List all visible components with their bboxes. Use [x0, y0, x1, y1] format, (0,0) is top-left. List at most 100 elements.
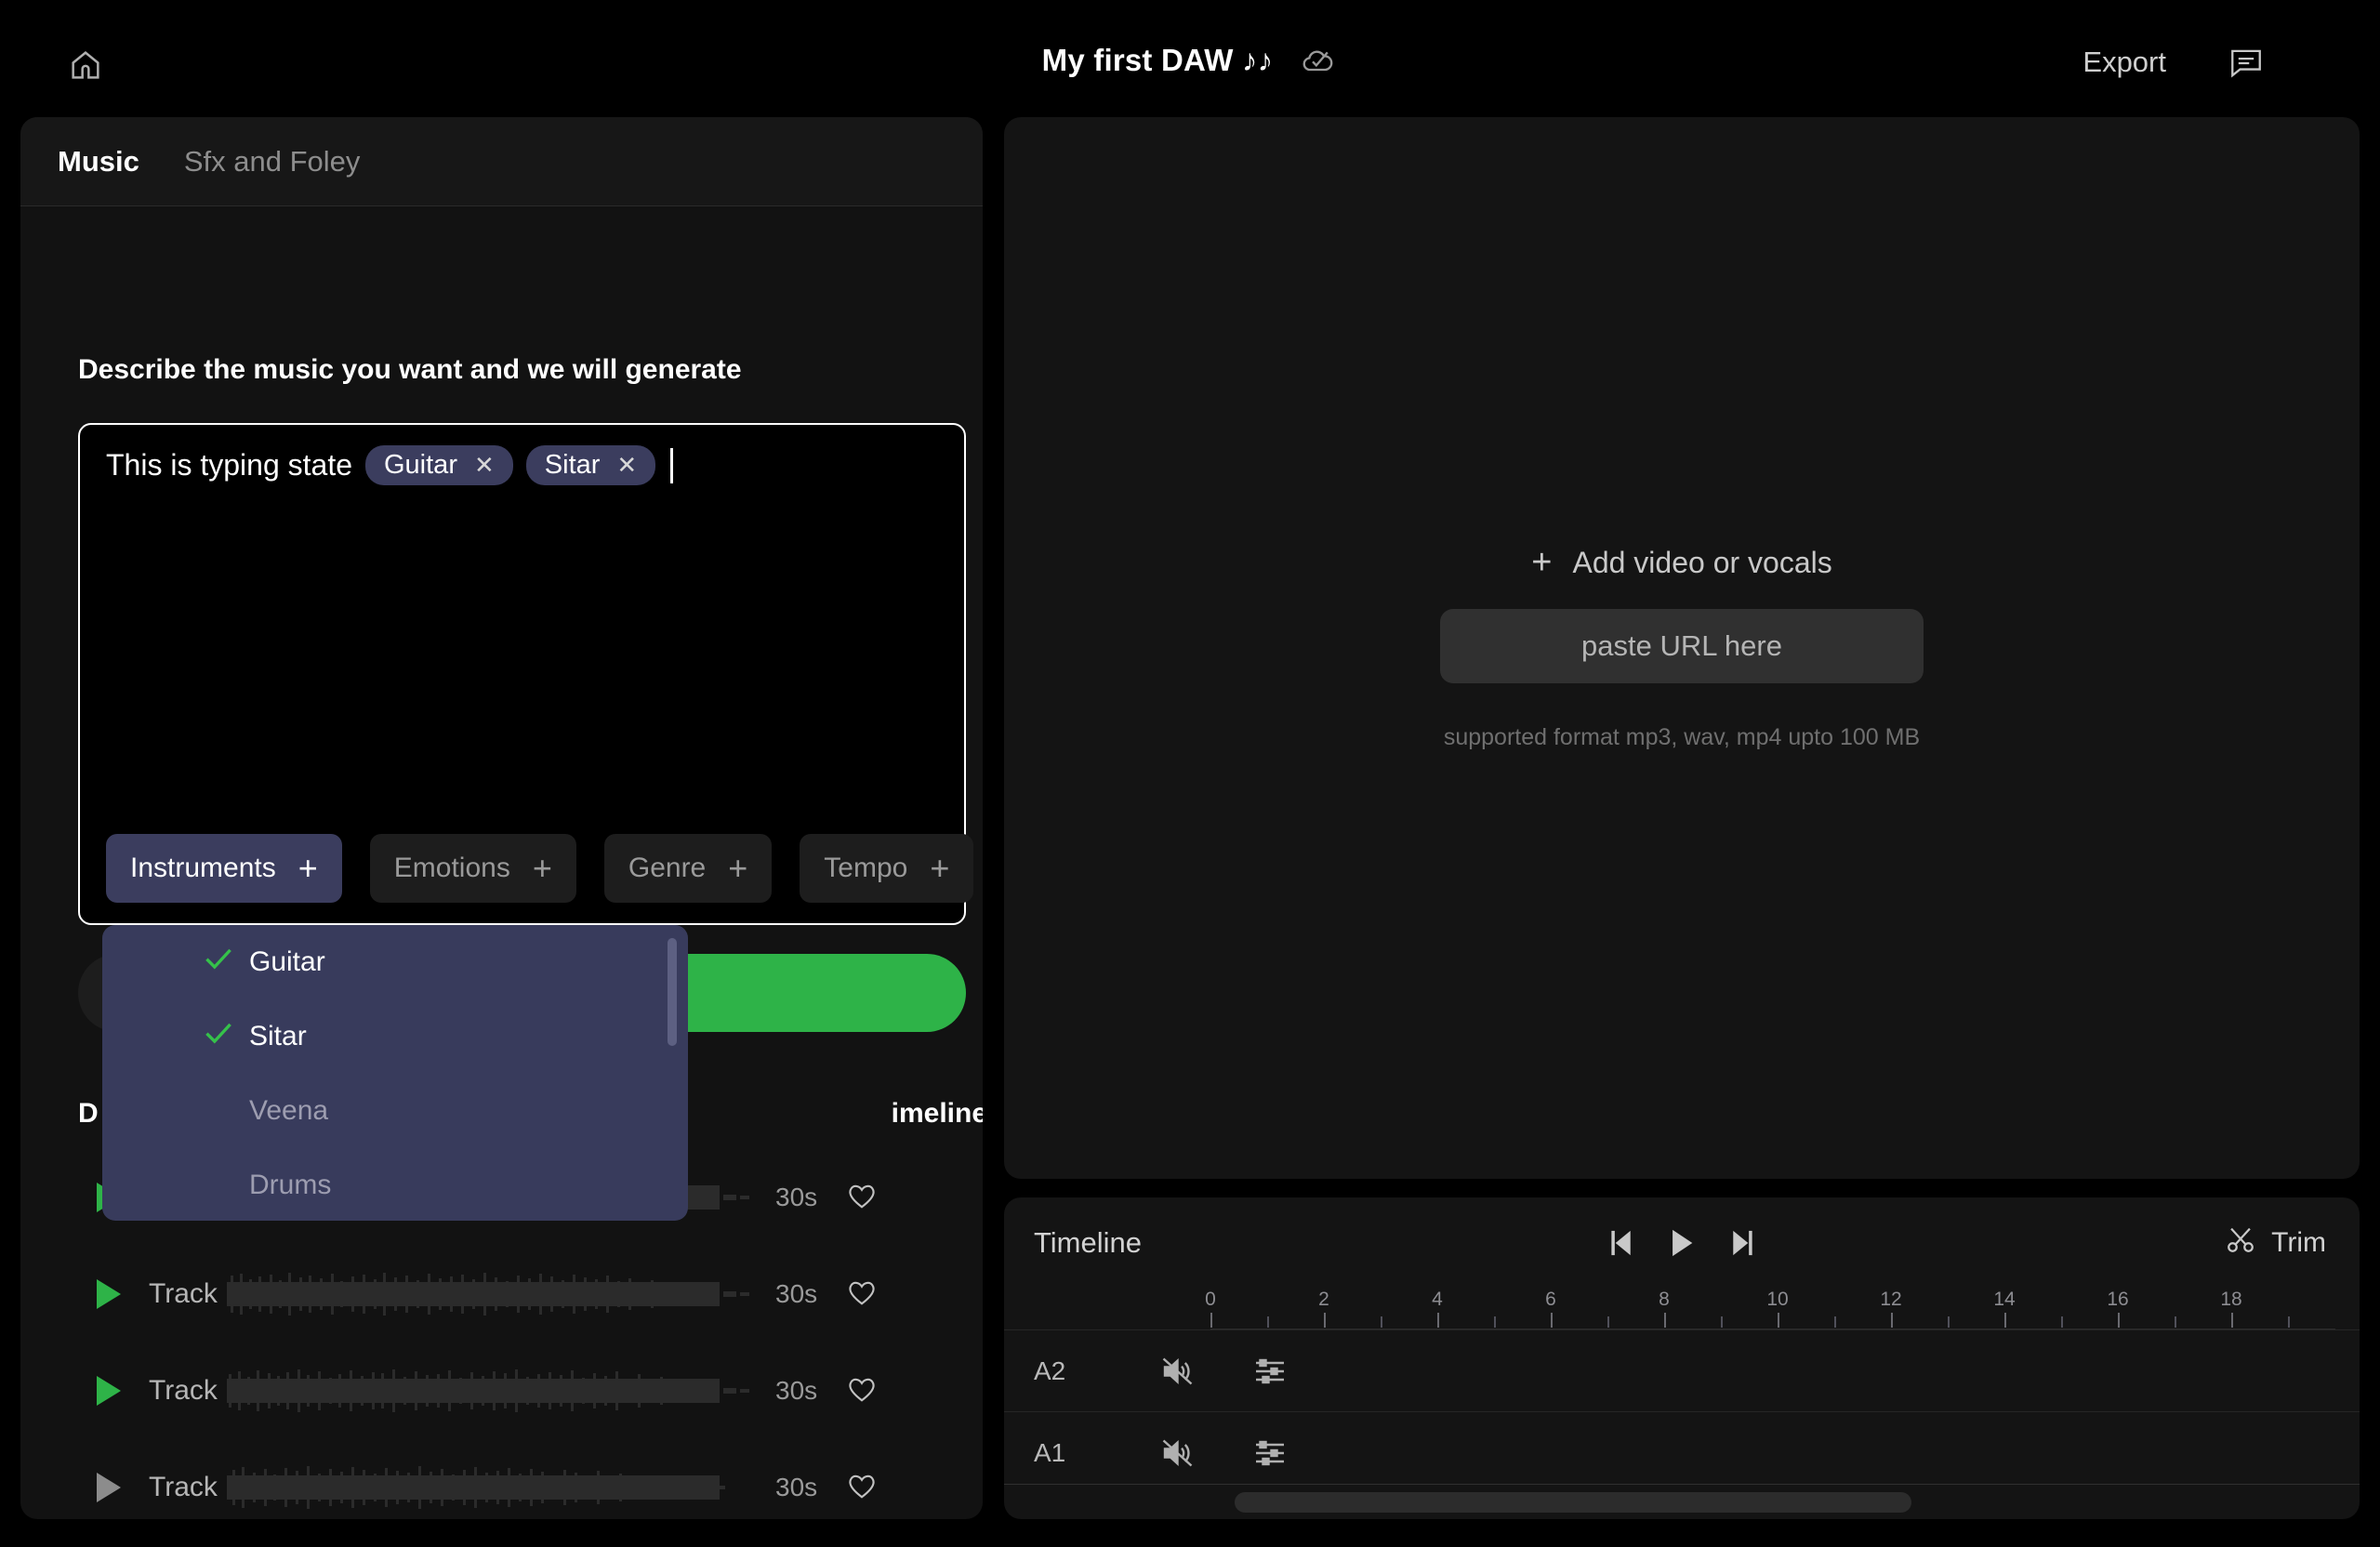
sliders-icon[interactable] [1253, 1437, 1287, 1469]
daw-app: My first DAW ♪♪ Export Music Sfx and Fol… [0, 0, 2380, 1547]
dropdown-scrollbar[interactable] [668, 938, 677, 1046]
media-dropzone[interactable]: + Add video or vocals paste URL here sup… [1004, 117, 2360, 1179]
lane-name: A2 [1034, 1355, 1066, 1385]
plus-icon: + [298, 849, 318, 887]
category-buttons: Instruments + Emotions + Genre + Tempo + [106, 834, 974, 903]
ruler-label: 14 [1993, 1289, 2016, 1310]
skip-forward-icon[interactable] [1727, 1228, 1755, 1258]
track-duration: 30s [775, 1376, 818, 1405]
tracks-section-heading-end: imeline [891, 1098, 983, 1129]
plus-icon: + [930, 849, 950, 887]
describe-label: Describe the music you want and we will … [78, 354, 742, 385]
close-icon[interactable]: ✕ [616, 451, 637, 480]
dropdown-option-veena-label: Veena [249, 1095, 329, 1126]
text-caret [670, 447, 674, 483]
scissors-icon [2225, 1223, 2256, 1263]
track-duration: 30s [775, 1473, 818, 1501]
supported-format-note: supported format mp3, wav, mp4 upto 100 … [1443, 724, 1921, 750]
category-emotions-label: Emotions [393, 853, 510, 883]
paste-url-input[interactable]: paste URL here [1440, 609, 1924, 683]
category-tempo-button[interactable]: Tempo + [800, 834, 974, 903]
speaker-muted-icon[interactable] [1160, 1436, 1197, 1470]
sliders-icon[interactable] [1253, 1355, 1287, 1387]
waveform [227, 1269, 757, 1319]
check-icon [203, 1020, 234, 1053]
instruments-dropdown[interactable]: Guitar Sitar Veena Drums [102, 925, 688, 1221]
play-icon[interactable] [97, 1376, 121, 1406]
tab-sfx-and-foley[interactable]: Sfx and Foley [184, 145, 361, 178]
tracks-section-heading-start: D [78, 1098, 99, 1129]
timeline-header: Timeline Trim [1004, 1197, 2360, 1289]
prompt-chip-guitar[interactable]: Guitar ✕ [365, 445, 513, 485]
track-row[interactable]: Track [20, 1439, 983, 1519]
skip-back-icon[interactable] [1608, 1228, 1636, 1258]
prompt-input-box[interactable]: This is typing state Guitar ✕ Sitar ✕ In… [78, 423, 974, 925]
plus-icon: + [532, 849, 552, 887]
favorite-heart-icon[interactable] [846, 1277, 878, 1312]
track-name: Track [149, 1375, 218, 1406]
timeline-horizontal-scrollbar[interactable] [1004, 1484, 2360, 1519]
track-name: Track [149, 1278, 218, 1309]
category-instruments-button[interactable]: Instruments + [106, 834, 342, 903]
timeline-ruler[interactable]: 0 2 4 6 8 10 12 14 16 18 [1205, 1289, 2335, 1329]
app-header: My first DAW ♪♪ Export [0, 0, 2380, 121]
generation-panel: Music Sfx and Foley Describe the music y… [20, 117, 983, 1519]
trim-button[interactable]: Trim [2225, 1223, 2326, 1263]
category-emotions-button[interactable]: Emotions + [369, 834, 576, 903]
timeline-panel: Timeline Trim 0 2 4 6 8 10 12 14 16 18 A… [1004, 1197, 2360, 1519]
dropdown-option-drums-label: Drums [249, 1170, 332, 1200]
transport-controls [1608, 1227, 1755, 1259]
prompt-chip-sitar[interactable]: Sitar ✕ [525, 445, 656, 485]
prompt-chip-guitar-label: Guitar [384, 450, 457, 480]
dropdown-option-drums[interactable]: Drums [102, 1148, 688, 1221]
timeline-lane-a1[interactable]: A1 [1004, 1411, 2360, 1493]
category-tempo-label: Tempo [824, 853, 908, 883]
scrollbar-thumb[interactable] [1235, 1492, 1911, 1513]
timeline-lane-a2[interactable]: A2 [1004, 1329, 2360, 1411]
media-preview-panel: + Add video or vocals paste URL here sup… [1004, 117, 2360, 1179]
favorite-heart-icon[interactable] [846, 1471, 878, 1505]
lane-name: A1 [1034, 1437, 1066, 1467]
dropdown-option-veena[interactable]: Veena [102, 1074, 688, 1148]
ruler-label: 18 [2220, 1289, 2242, 1310]
waveform [227, 1462, 757, 1513]
panel-tabs: Music Sfx and Foley [20, 117, 983, 206]
ruler-label: 0 [1205, 1289, 1216, 1310]
ruler-label: 6 [1545, 1289, 1556, 1310]
ruler-label: 16 [2107, 1289, 2129, 1310]
timeline-title: Timeline [1034, 1226, 1142, 1259]
prompt-content: This is typing state Guitar ✕ Sitar ✕ [106, 445, 945, 485]
favorite-heart-icon[interactable] [846, 1181, 878, 1215]
play-icon[interactable] [1668, 1227, 1696, 1259]
track-row[interactable]: Track [20, 1342, 983, 1439]
close-icon[interactable]: ✕ [474, 451, 495, 480]
dropdown-option-guitar[interactable]: Guitar [102, 925, 688, 999]
track-duration: 30s [775, 1183, 818, 1211]
plus-icon: + [728, 849, 748, 887]
tab-music[interactable]: Music [58, 145, 139, 178]
ruler-label: 10 [1766, 1289, 1789, 1310]
cloud-check-icon [1297, 40, 1338, 81]
play-icon[interactable] [97, 1473, 121, 1502]
export-button[interactable]: Export [2082, 39, 2166, 86]
category-genre-button[interactable]: Genre + [603, 834, 773, 903]
favorite-heart-icon[interactable] [846, 1374, 878, 1408]
add-video-or-vocals[interactable]: + Add video or vocals [1531, 545, 1831, 580]
speaker-muted-icon[interactable] [1160, 1355, 1197, 1388]
track-name: Track [149, 1472, 218, 1502]
prompt-text: This is typing state [106, 448, 352, 482]
check-icon [203, 945, 234, 979]
chat-bubble-icon[interactable] [2224, 43, 2268, 84]
ruler-label: 12 [1880, 1289, 1902, 1310]
add-video-or-vocals-label: Add video or vocals [1572, 545, 1832, 579]
document-title: My first DAW ♪♪ [1041, 43, 1274, 77]
track-duration: 30s [775, 1279, 818, 1308]
play-icon[interactable] [97, 1279, 121, 1309]
ruler-label: 8 [1659, 1289, 1670, 1310]
dropdown-option-guitar-label: Guitar [249, 946, 325, 977]
dropdown-option-sitar[interactable]: Sitar [102, 999, 688, 1074]
waveform [227, 1366, 757, 1416]
track-row[interactable]: Track [20, 1246, 983, 1342]
category-genre-label: Genre [628, 853, 707, 883]
ruler-label: 2 [1318, 1289, 1329, 1310]
